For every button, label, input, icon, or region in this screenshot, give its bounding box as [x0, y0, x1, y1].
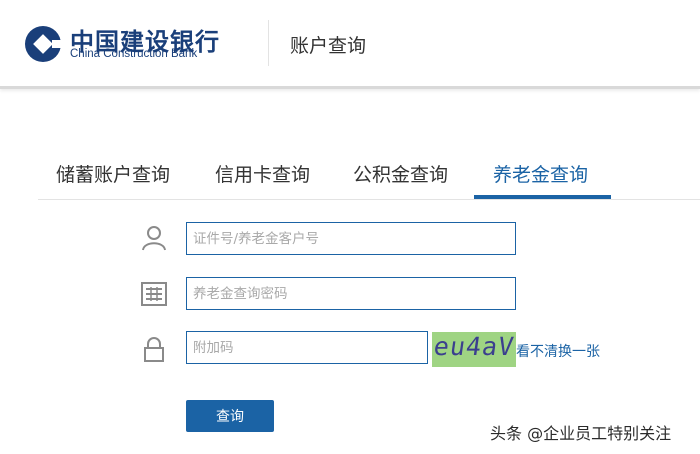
query-tabs: 储蓄账户查询 信用卡查询 公积金查询 养老金查询: [38, 150, 700, 200]
tab-housing-fund[interactable]: 公积金查询: [353, 160, 448, 187]
user-icon: [142, 226, 166, 251]
watermark: 头条 @企业员工特别关注: [490, 424, 672, 443]
header-divider: [268, 20, 269, 66]
tab-credit-card[interactable]: 信用卡查询: [215, 160, 310, 187]
header: 中国建设银行 China Construction Bank 账户查询: [0, 0, 700, 89]
id-number-input[interactable]: [186, 222, 516, 255]
active-tab-indicator: [474, 195, 611, 199]
ccb-logo-icon: [25, 26, 62, 62]
query-button[interactable]: 查询: [186, 400, 274, 432]
refresh-captcha-link[interactable]: 看不清换一张: [516, 341, 600, 361]
page-title: 账户查询: [290, 35, 367, 57]
tab-pension[interactable]: 养老金查询: [493, 160, 588, 187]
captcha-input[interactable]: [186, 331, 428, 364]
password-input[interactable]: [186, 277, 516, 310]
keypad-icon: [141, 282, 167, 306]
tab-savings-account[interactable]: 储蓄账户查询: [56, 160, 170, 187]
lock-icon: [144, 337, 164, 362]
logo-english-name: China Construction Bank: [70, 48, 198, 60]
captcha-text: eu4aV: [432, 332, 516, 361]
captcha-image[interactable]: eu4aV: [432, 332, 516, 367]
